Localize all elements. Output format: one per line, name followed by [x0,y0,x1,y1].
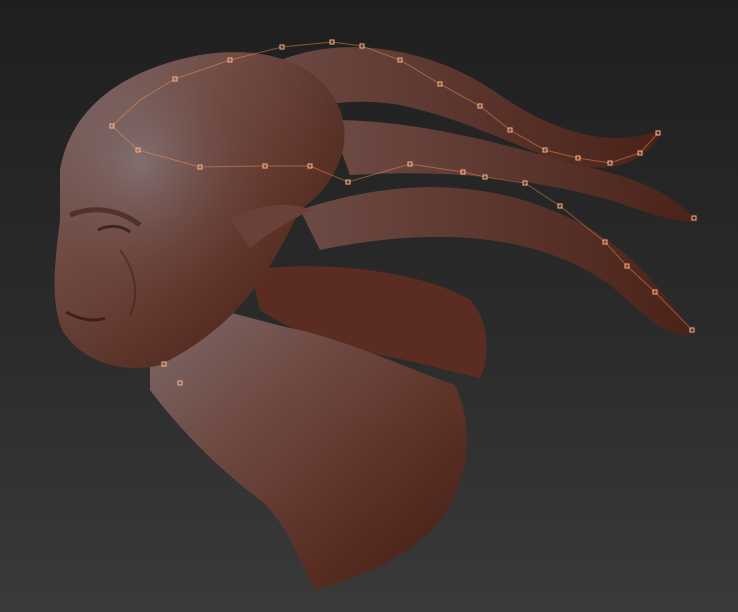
3d-viewport[interactable] [0,0,738,612]
sculpt-model[interactable] [0,0,738,612]
